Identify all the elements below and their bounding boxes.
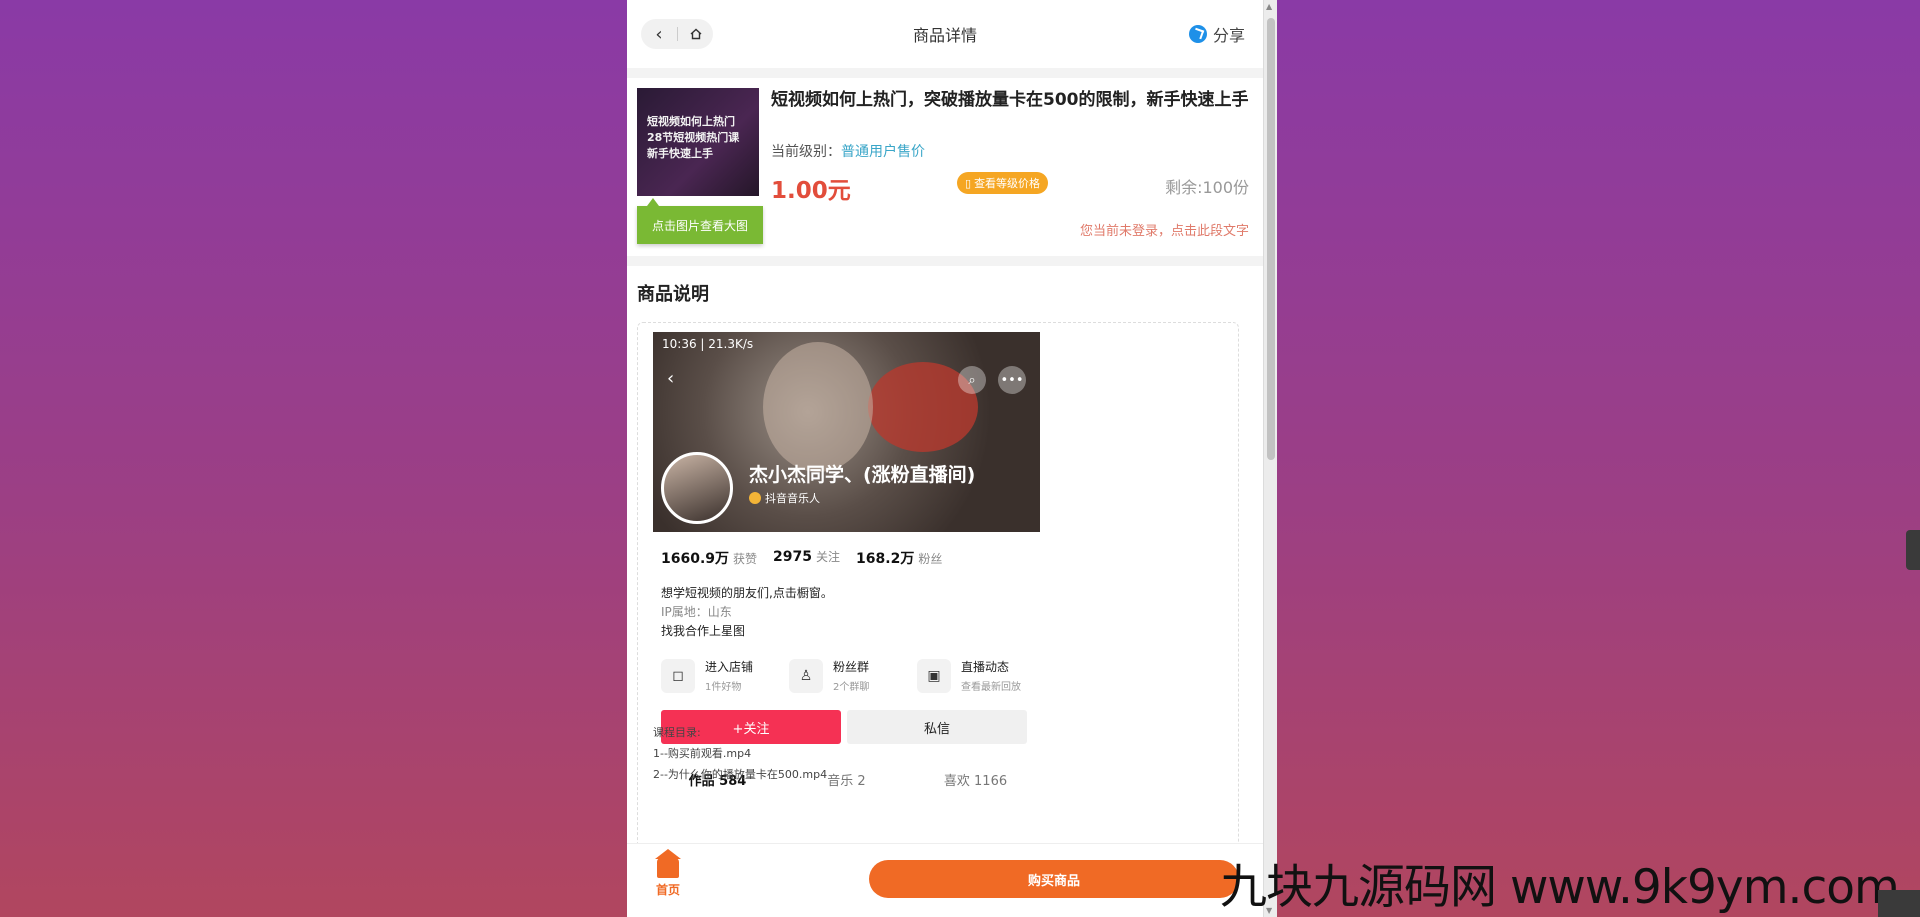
catalog-line: 1--购买前观看.mp4 bbox=[653, 747, 752, 760]
nickname: 杰小杰同学、(涨粉直播间) bbox=[749, 464, 976, 486]
message-label: 私信 bbox=[847, 710, 1027, 744]
scroll-thumb[interactable] bbox=[1267, 18, 1275, 460]
feature-fan-group: ♙ 粉丝群 2个群聊 bbox=[789, 658, 917, 693]
nav-capsule: ‹ bbox=[641, 19, 713, 49]
chevron-left-icon: ‹ bbox=[655, 23, 663, 45]
stat-following: 2975 关注 bbox=[773, 549, 841, 565]
page-title: 商品详情 bbox=[912, 26, 977, 45]
stats-row: 1660.9万 获赞 2975 关注 168.2万 粉丝 bbox=[661, 548, 958, 568]
share-label: 分享 bbox=[1212, 26, 1245, 45]
bio-ip: IP属地：山东 bbox=[661, 605, 732, 619]
product-card: 短视频如何上热门 28节短视频热门课 新手快速上手 点击图片查看大图 短视频如何… bbox=[627, 78, 1263, 256]
product-price: 1.00元 bbox=[771, 178, 851, 204]
share-button[interactable]: 分享 bbox=[1188, 22, 1245, 46]
side-handle[interactable] bbox=[1906, 530, 1920, 570]
catalog-line: 课程目录: bbox=[653, 726, 701, 739]
feature-sub: 1件好物 bbox=[705, 682, 742, 693]
stat-fans: 168.2万 粉丝 bbox=[856, 551, 943, 567]
course-catalog: 课程目录: 1--购买前观看.mp4 2--为什么你的播放量卡在500.mp4 bbox=[653, 722, 827, 785]
home-icon bbox=[690, 28, 701, 40]
more-icon: ••• bbox=[998, 366, 1026, 394]
users-icon: ♙ bbox=[789, 658, 823, 693]
catalog-line: 2--为什么你的播放量卡在500.mp4 bbox=[653, 768, 828, 781]
level-price-button[interactable]: ▯ 查看等级价格 bbox=[957, 172, 1049, 194]
page-content: ‹ 商品详情 分享 短视频如何上热门 28节短视频热门课 新手快速上手 点击图片… bbox=[627, 0, 1263, 917]
thumb-text-line: 28节短视频热门课 bbox=[647, 131, 740, 144]
feature-title: 粉丝群 bbox=[833, 660, 870, 674]
thumb-text-line: 新手快速上手 bbox=[647, 147, 713, 160]
chevron-left-icon: ‹ bbox=[667, 368, 675, 389]
feature-sub: 2个群聊 bbox=[833, 682, 870, 693]
product-thumbnail[interactable]: 短视频如何上热门 28节短视频热门课 新手快速上手 bbox=[637, 88, 759, 196]
tv-icon: ▣ bbox=[917, 658, 951, 693]
corner-button[interactable] bbox=[1878, 890, 1920, 917]
share-icon bbox=[1188, 25, 1207, 43]
buy-button[interactable]: 购买商品 bbox=[869, 860, 1239, 898]
level-value: 普通用户售价 bbox=[841, 144, 925, 160]
scrollbar[interactable]: ▲ ▼ bbox=[1263, 0, 1277, 917]
bio-line: 找我合作上星图 bbox=[661, 624, 746, 638]
feature-title: 进入店铺 bbox=[705, 660, 754, 674]
stat-likes: 1660.9万 获赞 bbox=[661, 551, 758, 567]
shopping-bag-icon: ◻ bbox=[661, 658, 695, 693]
search-icon: ⌕ bbox=[958, 366, 986, 394]
home-tab-label: 首页 bbox=[655, 883, 680, 897]
verified-icon bbox=[749, 492, 761, 504]
back-button[interactable]: ‹ bbox=[641, 19, 677, 49]
feature-shop: ◻ 进入店铺 1件好物 bbox=[661, 658, 789, 693]
badge-label: 抖音音乐人 bbox=[765, 492, 820, 505]
description-heading: 商品说明 bbox=[637, 284, 709, 305]
thumb-text-line: 短视频如何上热门 bbox=[647, 115, 735, 128]
home-button[interactable] bbox=[678, 19, 713, 49]
home-tab[interactable]: 首页 bbox=[651, 849, 685, 898]
bottom-bar: 首页 购买商品 bbox=[627, 843, 1263, 917]
feature-live: ▣ 直播动态查看最新回放 bbox=[917, 658, 1045, 693]
description-section: 商品说明 10:36 | 21.3K/s ‹ ⌕ ••• 杰小杰同学、(涨粉直播… bbox=[627, 266, 1263, 917]
profile-bio: 想学短视频的朋友们,点击橱窗。 IP属地：山东 找我合作上星图 bbox=[661, 584, 833, 641]
scroll-up-icon[interactable]: ▲ bbox=[1266, 2, 1272, 11]
view-large-image-button[interactable]: 点击图片查看大图 bbox=[637, 198, 763, 244]
bio-line: 想学短视频的朋友们,点击橱窗。 bbox=[661, 586, 833, 600]
feature-row: ◻ 进入店铺 1件好物 ♙ 粉丝群 2个群聊 ▣ 直播动态查看最新回放 bbox=[661, 658, 1045, 693]
level-row: 当前级别：普通用户售价 bbox=[771, 141, 925, 161]
mobile-page: ‹ 商品详情 分享 短视频如何上热门 28节短视频热门课 新手快速上手 点击图片… bbox=[627, 0, 1277, 917]
home-icon bbox=[655, 849, 681, 878]
verified-badge: 抖音音乐人 bbox=[749, 490, 820, 506]
status-bar-text: 10:36 | 21.3K/s bbox=[662, 337, 754, 351]
login-tip-link[interactable]: 您当前未登录，点击此段文字 bbox=[1080, 220, 1249, 239]
feature-sub: 查看最新回放 bbox=[961, 682, 1021, 693]
avatar bbox=[661, 452, 733, 524]
product-title: 短视频如何上热门，突破播放量卡在500的限制，新手快速上手 bbox=[771, 90, 1249, 110]
phone-icon: ▯ bbox=[965, 176, 972, 190]
watermark-text: 九块九源码网 www.9k9ym.com bbox=[1220, 860, 1900, 915]
tab-likes: 喜欢 1166 bbox=[943, 774, 1008, 789]
feature-title: 直播动态 bbox=[961, 660, 1010, 674]
description-image: 10:36 | 21.3K/s ‹ ⌕ ••• 杰小杰同学、(涨粉直播间) 抖音… bbox=[653, 332, 1040, 917]
top-header: ‹ 商品详情 分享 bbox=[627, 0, 1263, 68]
stock-remaining: 剩余:100份 bbox=[1165, 178, 1249, 197]
level-label: 当前级别： bbox=[771, 144, 841, 160]
level-price-label: 查看等级价格 bbox=[974, 177, 1041, 190]
